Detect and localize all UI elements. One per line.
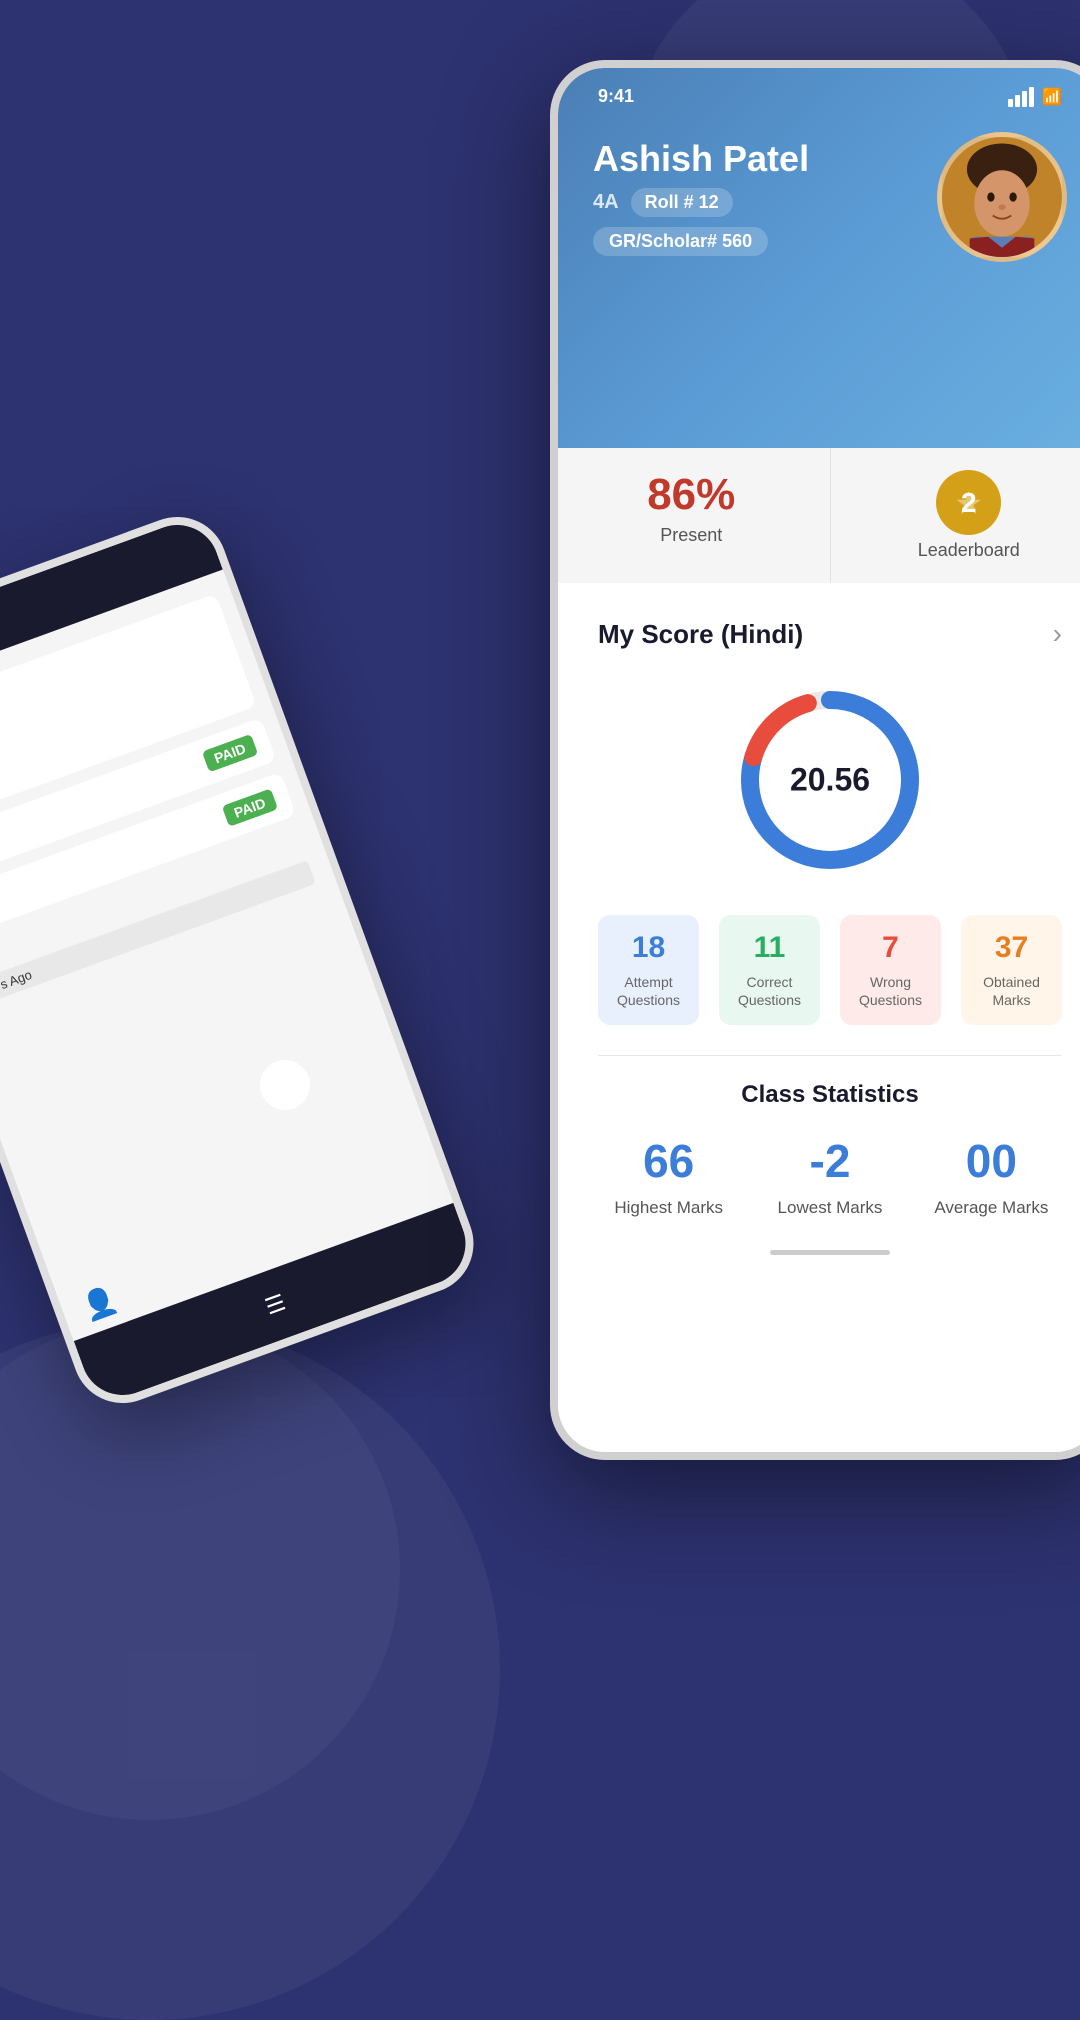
attempt-number: 18: [608, 931, 689, 965]
divider: [598, 1055, 1062, 1056]
time-display: 9:41: [598, 86, 634, 107]
hamburger-icon: ☰: [262, 1289, 289, 1320]
leaderboard-stat: ★ 2 Leaderboard: [831, 448, 1080, 583]
leaderboard-badge: ★ 2: [936, 470, 1001, 535]
score-card: My Score (Hindi) › 20.56 18 Attem: [558, 583, 1080, 1295]
avatar: [937, 132, 1067, 262]
stats-row: 86% Present ★ 2 Leaderboard: [553, 448, 1080, 583]
status-bar: 9:41 📶: [593, 68, 1067, 122]
score-card-header: My Score (Hindi) ›: [598, 618, 1062, 650]
donut-center-value: 20.56: [790, 762, 870, 799]
main-phone: 9:41 📶 Ashish Patel 4A Roll #: [550, 60, 1080, 1460]
attempt-label: Attempt Questions: [608, 973, 689, 1009]
present-label: Present: [573, 525, 810, 546]
white-dot: [260, 1060, 310, 1110]
signal-icon: [1008, 87, 1034, 107]
lowest-marks-value: -2: [759, 1134, 900, 1188]
close-button[interactable]: ›: [1053, 618, 1062, 650]
roll-badge: Roll # 12: [631, 188, 733, 217]
wrong-label: Wrong Questions: [850, 973, 931, 1009]
paid-badge-2: PAID: [221, 788, 278, 827]
obtained-label: Obtained Marks: [971, 973, 1052, 1009]
paid-badge-1: PAID: [201, 734, 258, 773]
wrong-questions-box: 7 Wrong Questions: [840, 915, 941, 1025]
profile-info: Ashish Patel 4A Roll # 12 GR/Scholar# 56…: [593, 138, 937, 256]
gr-badge: GR/Scholar# 560: [593, 227, 768, 256]
leaderboard-label: Leaderboard: [851, 540, 1080, 561]
profile-name: Ashish Patel: [593, 138, 937, 180]
present-value: 86%: [573, 470, 810, 520]
highest-marks-item: 66 Highest Marks: [598, 1134, 739, 1220]
leaderboard-rank: 2: [961, 487, 977, 519]
correct-number: 11: [729, 931, 810, 965]
wrong-number: 7: [850, 931, 931, 965]
average-marks-value: 00: [921, 1134, 1062, 1188]
average-marks-label: Average Marks: [921, 1196, 1062, 1220]
class-badge: 4A: [593, 191, 619, 214]
obtained-number: 37: [971, 931, 1052, 965]
class-stats-row: 66 Highest Marks -2 Lowest Marks 00 Aver…: [598, 1134, 1062, 1220]
average-marks-item: 00 Average Marks: [921, 1134, 1062, 1220]
obtained-marks-box: 37 Obtained Marks: [961, 915, 1062, 1025]
lowest-marks-item: -2 Lowest Marks: [759, 1134, 900, 1220]
avatar-svg: [942, 137, 1062, 257]
profile-section: Ashish Patel 4A Roll # 12 GR/Scholar# 56…: [593, 132, 1067, 262]
correct-questions-box: 11 Correct Questions: [719, 915, 820, 1025]
stats-boxes: 18 Attempt Questions 11 Correct Question…: [598, 915, 1062, 1025]
bottom-indicator: [770, 1250, 890, 1255]
highest-marks-value: 66: [598, 1134, 739, 1188]
attempt-questions-box: 18 Attempt Questions: [598, 915, 699, 1025]
correct-label: Correct Questions: [729, 973, 810, 1009]
present-stat: 86% Present: [553, 448, 831, 583]
donut-chart: 20.56: [730, 680, 930, 880]
lowest-marks-label: Lowest Marks: [759, 1196, 900, 1220]
profile-badges: 4A Roll # 12: [593, 188, 937, 217]
status-icons: 📶: [1008, 87, 1062, 107]
phone-header: 9:41 📶 Ashish Patel 4A Roll #: [558, 68, 1080, 448]
wifi-icon: 📶: [1042, 87, 1062, 107]
person-icon: 👤: [78, 1282, 122, 1325]
donut-chart-container: 20.56: [598, 680, 1062, 880]
highest-marks-label: Highest Marks: [598, 1196, 739, 1220]
class-stats-title: Class Statistics: [598, 1081, 1062, 1109]
score-card-title: My Score (Hindi): [598, 619, 803, 650]
left-phone: 5000/- PAID 5000/- PAID 26/5 Days Ago ☰ …: [0, 503, 488, 1417]
